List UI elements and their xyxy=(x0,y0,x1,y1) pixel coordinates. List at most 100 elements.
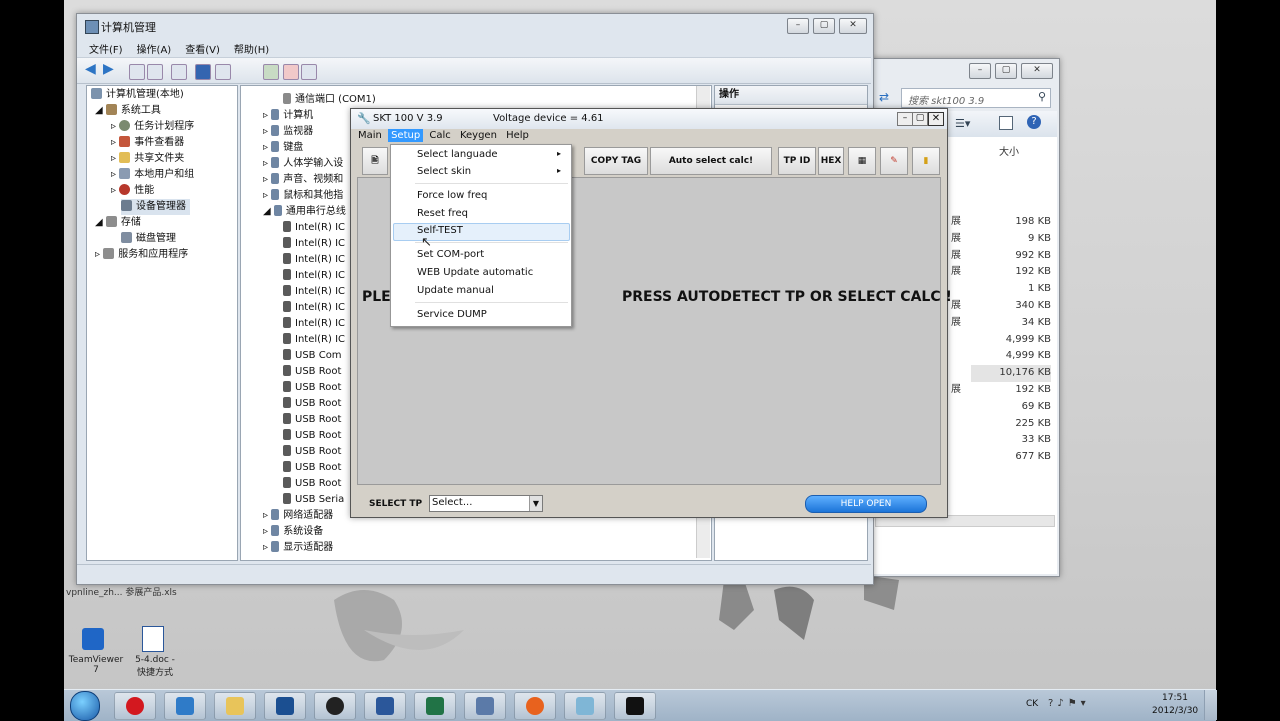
teamviewer-icon[interactable] xyxy=(82,628,104,650)
file-size[interactable]: 34 KB xyxy=(971,315,1051,332)
expand-arrow-icon[interactable]: ◢ xyxy=(263,206,274,217)
exit-icon[interactable]: ▮ xyxy=(912,147,940,175)
device-tree-item[interactable]: ▹ 系统设备 xyxy=(263,524,323,540)
expand-arrow-icon[interactable]: ▹ xyxy=(263,526,271,537)
menu-file[interactable]: 文件(F) xyxy=(89,45,123,56)
doc-shortcut-icon[interactable] xyxy=(142,626,164,652)
menu-main[interactable]: Main xyxy=(355,129,385,142)
up-icon[interactable] xyxy=(129,64,145,80)
expand-arrow-icon[interactable]: ▹ xyxy=(263,142,271,153)
menu-help[interactable]: Help xyxy=(503,129,532,142)
menu-action[interactable]: 操作(A) xyxy=(137,45,172,56)
console-tree-icon[interactable] xyxy=(147,64,163,80)
device-tree-item[interactable]: 通信端口 (COM1) xyxy=(283,92,376,108)
back-icon[interactable]: ◀ xyxy=(85,61,96,77)
size-column-header[interactable]: 大小 xyxy=(999,143,1019,158)
device-tree-item[interactable]: ▹ 鼠标和其他指 xyxy=(263,188,343,204)
device-tree-item[interactable]: Intel(R) IC xyxy=(283,236,345,252)
taskbar-qq[interactable] xyxy=(314,692,356,720)
update-driver-icon[interactable] xyxy=(301,64,317,80)
device-tree-item[interactable]: USB Root xyxy=(283,460,341,476)
search-input[interactable]: 搜索 skt100 3.9 ⚲ xyxy=(901,88,1051,108)
menu-item-reset-freq[interactable]: Reset freq xyxy=(417,206,468,222)
tree-task-scheduler[interactable]: ▹ 任务计划程序 xyxy=(111,119,194,135)
menu-view[interactable]: 查看(V) xyxy=(185,45,220,56)
scan-hardware-icon[interactable] xyxy=(263,64,279,80)
device-tree-item[interactable]: Intel(R) IC xyxy=(283,300,345,316)
file-size[interactable]: 4,999 KB xyxy=(971,348,1051,365)
menu-setup[interactable]: Setup xyxy=(388,129,424,142)
device-tree-item[interactable]: ▹ 声音、视频和 xyxy=(263,172,343,188)
help-icon[interactable]: ? xyxy=(1027,115,1041,129)
device-tree-item[interactable]: ▹ 监视器 xyxy=(263,124,313,140)
maximize-button[interactable]: ▢ xyxy=(995,63,1017,79)
help-open-button[interactable]: HELP OPEN xyxy=(805,495,927,513)
close-button[interactable]: ✕ xyxy=(928,112,944,126)
file-size[interactable]: 69 KB xyxy=(971,399,1051,416)
expand-arrow-icon[interactable]: ▹ xyxy=(263,158,271,169)
taskbar-mmc[interactable] xyxy=(264,692,306,720)
forward-icon[interactable]: ▶ xyxy=(103,61,114,77)
file-size[interactable]: 192 KB xyxy=(971,264,1051,281)
uninstall-icon[interactable] xyxy=(283,64,299,80)
device-tree-item[interactable]: Intel(R) IC xyxy=(283,332,345,348)
device-tree-item[interactable]: Intel(R) IC xyxy=(283,220,345,236)
pane-icon[interactable] xyxy=(999,116,1013,130)
select-tp-dropdown[interactable]: Select... ▼ xyxy=(429,495,543,512)
minimize-button[interactable]: – xyxy=(897,112,913,126)
tree-local-users[interactable]: ▹ 本地用户和组 xyxy=(111,167,194,183)
file-size[interactable]: 1 KB xyxy=(971,281,1051,298)
maximize-button[interactable]: ▢ xyxy=(912,112,928,126)
save-icon[interactable]: 🖹 xyxy=(362,147,388,175)
taskbar-explorer[interactable] xyxy=(214,692,256,720)
expand-arrow-icon[interactable]: ▹ xyxy=(263,110,271,121)
device-tree-item[interactable]: USB Root xyxy=(283,412,341,428)
teamviewer-label[interactable]: TeamViewer 7 xyxy=(66,655,126,675)
device-tree-item[interactable]: ▹ 显示适配器 xyxy=(263,540,333,556)
device-tree-item[interactable]: Intel(R) IC xyxy=(283,268,345,284)
menu-item-update-manual[interactable]: Update manual xyxy=(417,283,494,299)
tree-disk-management[interactable]: 磁盘管理 xyxy=(121,231,176,247)
device-tree-item[interactable]: ▹ 网络适配器 xyxy=(263,508,333,524)
expand-arrow-icon[interactable]: ▹ xyxy=(263,190,271,201)
device-tree-item[interactable]: ▹ 计算机 xyxy=(263,108,313,124)
file-size[interactable]: 10,176 KB xyxy=(971,365,1051,382)
close-button[interactable]: ✕ xyxy=(839,18,867,34)
doc-shortcut-label[interactable]: 5-4.doc - 快捷方式 xyxy=(130,655,180,678)
device-tree-item[interactable]: ◢ 通用串行总线 xyxy=(263,204,346,220)
minimize-button[interactable]: – xyxy=(969,63,991,79)
file-size[interactable]: 340 KB xyxy=(971,298,1051,315)
device-tree-item[interactable]: USB Root xyxy=(283,396,341,412)
device-tree-item[interactable]: Intel(R) IC xyxy=(283,252,345,268)
device-tree-item[interactable]: USB Root xyxy=(283,428,341,444)
device-tree-item[interactable]: ▹ 键盘 xyxy=(263,140,303,156)
menu-item-select-language[interactable]: Select languade xyxy=(417,147,498,163)
menu-item-service-dump[interactable]: Service DUMP xyxy=(417,307,487,323)
device-tree-item[interactable]: USB Root xyxy=(283,380,341,396)
auto-select-calc-button[interactable]: Auto select calc! xyxy=(650,147,772,175)
device-tree-item[interactable]: Intel(R) IC xyxy=(283,284,345,300)
tree-shared-folders[interactable]: ▹ 共享文件夹 xyxy=(111,151,184,167)
start-button[interactable] xyxy=(70,691,100,721)
tree-performance[interactable]: ▹ 性能 xyxy=(111,183,154,199)
copy-tag-button[interactable]: COPY TAG xyxy=(584,147,648,175)
view-icon[interactable]: ☰▾ xyxy=(955,117,970,130)
tp-id-button[interactable]: TP ID xyxy=(778,147,816,175)
menu-calc[interactable]: Calc xyxy=(426,129,453,142)
expand-arrow-icon[interactable]: ▹ xyxy=(263,174,271,185)
taskbar-opera[interactable] xyxy=(114,692,156,720)
calculator-icon[interactable]: ▦ xyxy=(848,147,876,175)
file-size[interactable]: 225 KB xyxy=(971,416,1051,433)
menu-help[interactable]: 帮助(H) xyxy=(234,45,269,56)
tree-system-tools[interactable]: ◢ 系统工具 xyxy=(95,103,161,119)
expand-arrow-icon[interactable]: ▹ xyxy=(263,542,271,553)
tree-services-apps[interactable]: ▹ 服务和应用程序 xyxy=(95,247,188,263)
clock-date[interactable]: 2012/3/30 xyxy=(1152,706,1198,716)
tree-root[interactable]: 计算机管理(本地) xyxy=(91,87,184,103)
menu-item-web-update[interactable]: WEB Update automatic xyxy=(417,265,533,281)
expand-arrow-icon[interactable]: ▹ xyxy=(263,126,271,137)
device-tree-item[interactable]: USB Root xyxy=(283,444,341,460)
hex-button[interactable]: HEX xyxy=(818,147,844,175)
back-forward-icon[interactable]: ⇄ xyxy=(879,90,889,104)
maximize-button[interactable]: ▢ xyxy=(813,18,835,34)
